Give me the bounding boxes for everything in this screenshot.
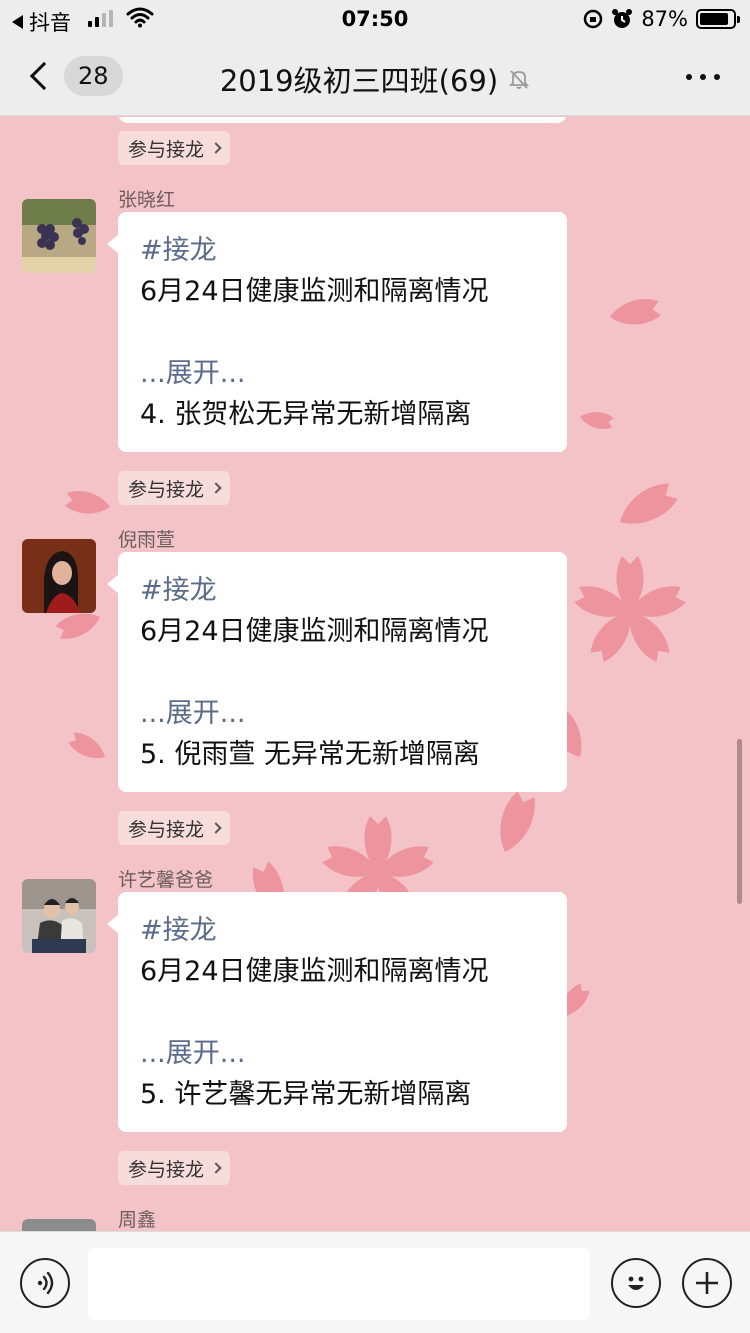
join-chain-button[interactable]: 参与接龙 <box>118 811 231 845</box>
avatar[interactable] <box>22 879 96 953</box>
join-chain-label: 参与接龙 <box>128 818 205 841</box>
status-bar: 抖音 07:50 87% <box>0 0 750 38</box>
message-bubble[interactable]: #接龙 6月24日健康监测和隔离情况 ...展开... 4. 张贺松无异常无新增… <box>107 212 567 452</box>
chat-title-wrap: 2019级初三四班(69) <box>0 58 750 100</box>
join-chain-button[interactable]: 参与接龙 <box>118 131 231 165</box>
sender-name: 周鑫 <box>118 1209 157 1231</box>
chat-title: 2019级初三四班(69) <box>219 64 499 98</box>
join-chain-label: 参与接龙 <box>128 138 205 161</box>
join-chain-button[interactable]: 参与接龙 <box>118 471 231 505</box>
more-options-icon[interactable] <box>686 74 720 80</box>
voice-button[interactable] <box>20 1258 70 1308</box>
battery-percent: 87% <box>641 7 688 31</box>
wifi-icon <box>126 7 154 28</box>
emoji-icon <box>628 1276 644 1290</box>
back-app-label: 抖音 <box>29 11 71 35</box>
battery-fill <box>700 13 728 25</box>
expand-link[interactable]: ...展开... <box>140 693 545 734</box>
chevron-right-icon <box>210 142 222 154</box>
join-chain-label: 参与接龙 <box>128 478 205 501</box>
message-bubble[interactable]: #接龙 6月24日健康监测和隔离情况 ...展开... 5. 许艺馨无异常无新增… <box>107 892 567 1132</box>
plus-icon <box>696 1272 718 1294</box>
chain-tag[interactable]: #接龙 <box>140 230 545 271</box>
chain-tag[interactable]: #接龙 <box>140 910 545 951</box>
sender-name: 张晓红 <box>118 189 176 211</box>
emoji-button[interactable] <box>611 1258 661 1308</box>
alarm-icon <box>612 9 633 28</box>
avatar[interactable] <box>22 1219 96 1231</box>
rotation-lock-icon <box>584 9 603 29</box>
expand-link[interactable]: ...展开... <box>140 353 545 394</box>
chat-header: 28 2019级初三四班(69) <box>0 38 750 116</box>
chain-entry: 5. 倪雨萱 无异常无新增隔离 <box>140 739 480 770</box>
message-title: 6月24日健康监测和隔离情况 <box>140 956 489 987</box>
message-title: 6月24日健康监测和隔离情况 <box>140 276 489 307</box>
back-triangle-icon <box>12 15 23 29</box>
previous-message-bubble <box>118 117 567 123</box>
message-text-input[interactable] <box>88 1248 590 1320</box>
chevron-right-icon <box>210 822 222 834</box>
message-title: 6月24日健康监测和隔离情况 <box>140 616 489 647</box>
join-chain-label: 参与接龙 <box>128 1158 205 1181</box>
sender-name: 许艺馨爸爸 <box>118 869 214 891</box>
avatar[interactable] <box>22 199 96 273</box>
voice-icon <box>37 1271 54 1295</box>
mute-bell-icon <box>508 70 530 89</box>
more-functions-button[interactable] <box>682 1258 732 1308</box>
message-bubble[interactable]: #接龙 6月24日健康监测和隔离情况 ...展开... 5. 倪雨萱 无异常无新… <box>107 552 567 792</box>
chat-area[interactable]: 参与接龙 张晓红 #接龙 6月24日健康监测和隔离情况 ...展开... 4. … <box>0 117 750 1231</box>
chain-entry: 5. 许艺馨无异常无新增隔离 <box>140 1079 472 1110</box>
expand-link[interactable]: ...展开... <box>140 1033 545 1074</box>
battery-icon <box>696 9 740 29</box>
join-chain-button[interactable]: 参与接龙 <box>118 1151 231 1185</box>
chain-entry: 4. 张贺松无异常无新增隔离 <box>140 399 472 430</box>
cellular-signal-icon <box>88 10 113 27</box>
chevron-right-icon <box>210 482 222 494</box>
chain-tag[interactable]: #接龙 <box>140 570 545 611</box>
sender-name: 倪雨萱 <box>118 529 176 551</box>
chevron-right-icon <box>210 1162 222 1174</box>
avatar[interactable] <box>22 539 96 613</box>
back-to-app[interactable]: 抖音 <box>12 7 71 37</box>
chat-scrollbar[interactable] <box>737 739 742 904</box>
message-input-bar <box>0 1231 750 1333</box>
